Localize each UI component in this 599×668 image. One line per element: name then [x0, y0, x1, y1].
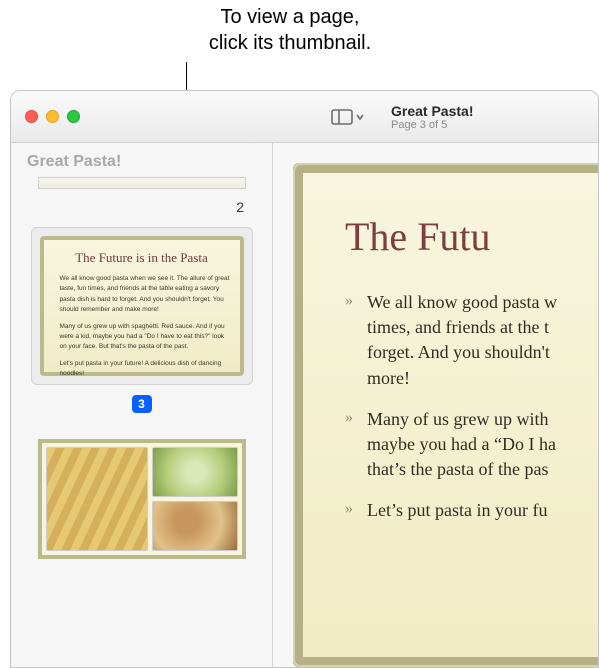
- slide-bullet-list: We all know good pasta w times, and frie…: [345, 290, 598, 524]
- callout-line1: To view a page,: [170, 4, 410, 30]
- thumbnail-page-partial[interactable]: [38, 177, 246, 189]
- main-page-view[interactable]: The Futu We all know good pasta w times,…: [273, 143, 598, 667]
- thumbnail-list: 2 The Future is in the Pasta We all know…: [11, 177, 272, 559]
- window-body: Great Pasta! 2 The Future is in the Past…: [11, 143, 598, 667]
- sidebar-icon: [331, 109, 353, 125]
- callout-line2: click its thumbnail.: [170, 30, 410, 56]
- instruction-callout: To view a page, click its thumbnail.: [170, 4, 410, 56]
- page-number-label: 2: [236, 199, 244, 215]
- thumbnail-page-4[interactable]: [38, 439, 246, 559]
- thumbnail-content: The Future is in the Pasta We all know g…: [40, 236, 244, 376]
- thumbnail-slide-bullets: We all know good pasta when we see it. T…: [52, 274, 232, 380]
- slide-title: The Futu: [345, 213, 598, 260]
- thumbnail-page-3[interactable]: The Future is in the Pasta We all know g…: [31, 227, 253, 385]
- slide-bullet: Many of us grew up with maybe you had a …: [345, 407, 598, 483]
- selected-page-badge: 3: [132, 395, 152, 413]
- app-window: Great Pasta! Page 3 of 5 Great Pasta! 2 …: [10, 90, 599, 668]
- window-controls: [25, 110, 80, 123]
- sidebar-document-title: Great Pasta!: [11, 153, 272, 177]
- sidebar-toggle-button[interactable]: [325, 105, 371, 129]
- thumbnail-bullet: Many of us grew up with spaghetti. Red s…: [60, 322, 232, 353]
- page-indicator: Page 3 of 5: [391, 119, 473, 131]
- thumbnail-bullet: We all know good pasta when we see it. T…: [60, 274, 232, 316]
- document-title: Great Pasta!: [391, 103, 473, 119]
- titlebar: Great Pasta! Page 3 of 5: [11, 91, 598, 143]
- chevron-down-icon: [355, 109, 365, 125]
- thumbnail-image: [152, 501, 237, 551]
- thumbnail-bullet: Let's put pasta in your future! A delici…: [60, 359, 232, 380]
- thumbnail-sidebar: Great Pasta! 2 The Future is in the Past…: [11, 143, 273, 667]
- close-window-button[interactable]: [25, 110, 38, 123]
- minimize-window-button[interactable]: [46, 110, 59, 123]
- thumbnail-image: [46, 447, 149, 551]
- document-title-block: Great Pasta! Page 3 of 5: [391, 103, 473, 131]
- slide-content: The Futu We all know good pasta w times,…: [293, 163, 598, 667]
- slide-bullet: Let’s put pasta in your fu: [345, 498, 598, 523]
- thumbnail-slide-title: The Future is in the Pasta: [52, 250, 232, 266]
- slide-bullet: We all know good pasta w times, and frie…: [345, 290, 598, 391]
- thumbnail-image: [152, 447, 237, 497]
- zoom-window-button[interactable]: [67, 110, 80, 123]
